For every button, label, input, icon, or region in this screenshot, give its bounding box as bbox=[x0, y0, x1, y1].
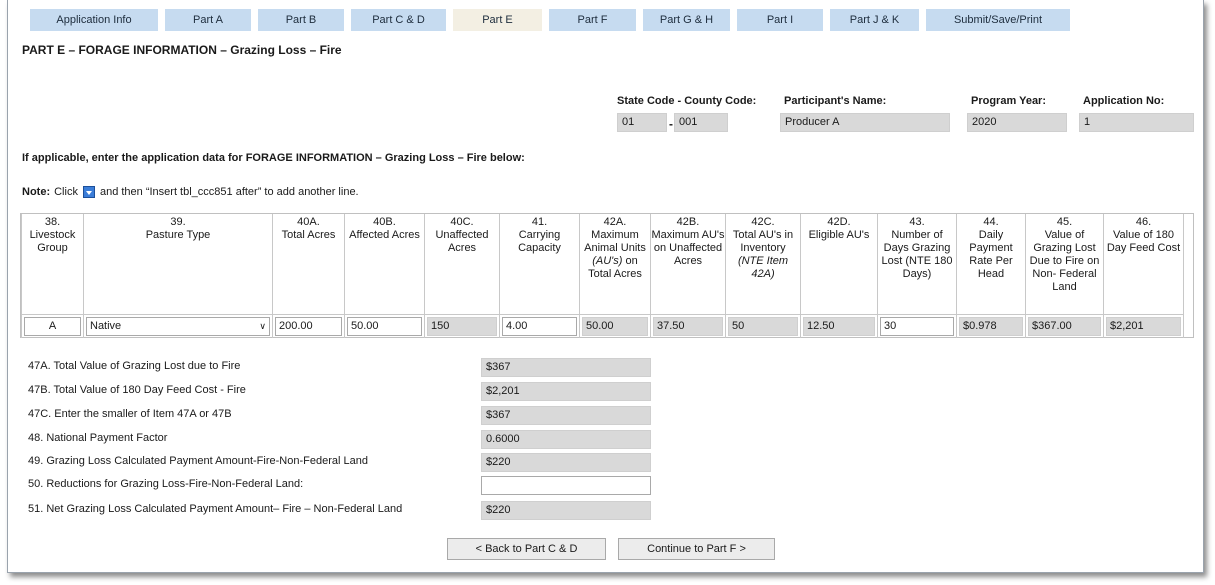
col-header: 42D. Eligible AU's bbox=[800, 214, 878, 315]
col-header: 42C. Total AU's in Inventory (NTE Item 42A… bbox=[725, 214, 801, 315]
summary-value-47a: $367 bbox=[481, 358, 651, 377]
summary-label-49: 49. Grazing Loss Calculated Payment Amou… bbox=[28, 455, 368, 467]
value-grazing-lost-field: $367.00 bbox=[1028, 316, 1101, 336]
page-title: PART E – FORAGE INFORMATION – Grazing Lo… bbox=[22, 43, 342, 57]
county-code-field: 001 bbox=[674, 113, 728, 132]
daily-rate-field: $0.978 bbox=[959, 316, 1023, 336]
program-year-label: Program Year: bbox=[971, 95, 1047, 107]
summary-label-48: 48. National Payment Factor bbox=[28, 432, 168, 444]
max-au-unaffected-field: 37.50 bbox=[653, 316, 723, 336]
total-au-inventory-field: 50 bbox=[728, 316, 798, 336]
summary-label-47c: 47C. Enter the smaller of Item 47A or 47… bbox=[28, 408, 232, 420]
pasture-type-select[interactable]: Native ∨ bbox=[86, 316, 270, 336]
back-button[interactable]: < Back to Part C & D bbox=[447, 538, 606, 560]
forage-grid: 38. Livestock Group 39. Pasture Type 40A. T… bbox=[20, 213, 1194, 338]
tab-part-g-h[interactable]: Part G & H bbox=[643, 9, 730, 31]
days-grazing-lost-input[interactable]: 30 bbox=[880, 316, 954, 336]
tab-part-i[interactable]: Part I bbox=[737, 9, 823, 31]
summary-label-50: 50. Reductions for Grazing Loss-Fire-Non… bbox=[28, 478, 304, 490]
col-header: 39. Pasture Type bbox=[83, 214, 273, 315]
tab-part-f[interactable]: Part F bbox=[549, 9, 636, 31]
tab-part-e[interactable]: Part E bbox=[453, 9, 542, 31]
note-label: Note: bbox=[22, 186, 51, 198]
tab-part-j-k[interactable]: Part J & K bbox=[830, 9, 919, 31]
livestock-group-input[interactable]: A bbox=[24, 316, 81, 336]
tab-part-c-d[interactable]: Part C & D bbox=[351, 9, 446, 31]
max-au-total-field: 50.00 bbox=[582, 316, 648, 336]
note-line: Note: Click and then “Insert tbl_ccc851 … bbox=[22, 186, 359, 198]
summary-label-47a: 47A. Total Value of Grazing Lost due to … bbox=[28, 360, 241, 372]
dropdown-arrow-icon[interactable] bbox=[82, 186, 95, 198]
col-header: 41. Carrying Capacity bbox=[499, 214, 580, 315]
summary-label-47b: 47B. Total Value of 180 Day Feed Cost - … bbox=[28, 384, 246, 396]
summary-label-51: 51. Net Grazing Loss Calculated Payment … bbox=[28, 503, 403, 515]
affected-acres-input[interactable]: 50.00 bbox=[347, 316, 422, 336]
continue-button[interactable]: Continue to Part F > bbox=[618, 538, 775, 560]
col-header: 40C. Unaffected Acres bbox=[424, 214, 500, 315]
tab-part-b[interactable]: Part B bbox=[258, 9, 344, 31]
col-header: 45. Value of Grazing Lost Due to Fire on … bbox=[1025, 214, 1104, 315]
summary-value-51: $220 bbox=[481, 501, 651, 520]
tab-bar: Application Info Part A Part B Part C & … bbox=[30, 9, 1077, 31]
application-no-label: Application No: bbox=[1083, 95, 1165, 107]
summary-value-47c: $367 bbox=[481, 406, 651, 425]
note-text-after: and then “Insert tbl_ccc851 after” to ad… bbox=[99, 186, 359, 198]
col-header: 40A. Total Acres bbox=[272, 214, 345, 315]
col-header: 38. Livestock Group bbox=[21, 214, 84, 315]
col-header: 43. Number of Days Grazing Lost (NTE 180 … bbox=[877, 214, 957, 315]
unaffected-acres-field: 150 bbox=[427, 316, 497, 336]
col-header: 42B. Maximum AU's on Unaffected Acres bbox=[650, 214, 726, 315]
summary-value-48: 0.6000 bbox=[481, 430, 651, 449]
col-header: 42A. Maximum Animal Units (AU's) on Total … bbox=[579, 214, 651, 315]
table-row: A Native ∨ 200.00 50.00 150 4.00 50.00 37… bbox=[21, 314, 1184, 338]
col-header: 46. Value of 180 Day Feed Cost bbox=[1103, 214, 1184, 315]
carrying-capacity-input[interactable]: 4.00 bbox=[502, 316, 577, 336]
reductions-input[interactable] bbox=[481, 476, 651, 495]
summary-value-47b: $2,201 bbox=[481, 382, 651, 401]
tab-submit-save-print[interactable]: Submit/Save/Print bbox=[926, 9, 1070, 31]
application-no-field: 1 bbox=[1079, 113, 1194, 132]
tab-application-info[interactable]: Application Info bbox=[30, 9, 158, 31]
feed-cost-field: $2,201 bbox=[1106, 316, 1181, 336]
instructions-text: If applicable, enter the application dat… bbox=[22, 152, 525, 164]
col-header: 40B. Affected Acres bbox=[344, 214, 425, 315]
state-code-field: 01 bbox=[617, 113, 667, 132]
chevron-down-icon: ∨ bbox=[259, 320, 266, 331]
total-acres-input[interactable]: 200.00 bbox=[275, 316, 342, 336]
note-text-before: Click bbox=[54, 186, 78, 198]
eligible-au-field: 12.50 bbox=[803, 316, 875, 336]
col-header: 44. Daily Payment Rate Per Head bbox=[956, 214, 1026, 315]
tab-part-a[interactable]: Part A bbox=[165, 9, 251, 31]
summary-value-49: $220 bbox=[481, 453, 651, 472]
code-separator: - bbox=[669, 117, 673, 131]
program-year-field: 2020 bbox=[967, 113, 1067, 132]
participant-name-label: Participant's Name: bbox=[784, 95, 887, 107]
state-county-label: State Code - County Code: bbox=[617, 95, 757, 107]
participant-name-field: Producer A bbox=[780, 113, 950, 132]
